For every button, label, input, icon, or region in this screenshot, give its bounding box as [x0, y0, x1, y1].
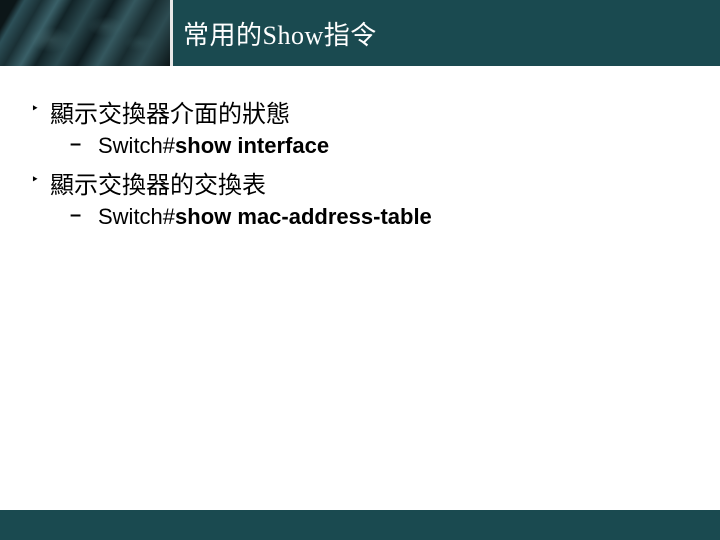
command-bold: show mac-address-table [175, 204, 432, 229]
command-text: Switch#show mac-address-table [98, 204, 432, 230]
slide-content: ‣ 顯示交換器介面的狀態 – Switch#show interface ‣ 顯… [0, 66, 720, 230]
list-item: ‣ 顯示交換器的交換表 [20, 165, 700, 200]
title-decorative-image [0, 0, 170, 66]
command-bold: show interface [175, 133, 329, 158]
list-item: ‣ 顯示交換器介面的狀態 [20, 94, 700, 129]
command-prompt: Switch# [98, 133, 175, 158]
bullet-heading: 顯示交換器介面的狀態 [50, 94, 290, 129]
bullet-arrow-icon: ‣ [20, 94, 50, 117]
bullet-heading: 顯示交換器的交換表 [50, 165, 266, 200]
title-bar: 常用的Show指令 [0, 0, 720, 66]
sub-list-item: – Switch#show interface [20, 133, 700, 159]
footer-bar [0, 510, 720, 540]
dash-icon: – [70, 133, 98, 156]
command-prompt: Switch# [98, 204, 175, 229]
command-text: Switch#show interface [98, 133, 329, 159]
sub-list-item: – Switch#show mac-address-table [20, 204, 700, 230]
dash-icon: – [70, 204, 98, 227]
bullet-arrow-icon: ‣ [20, 165, 50, 188]
slide-title: 常用的Show指令 [173, 15, 377, 52]
